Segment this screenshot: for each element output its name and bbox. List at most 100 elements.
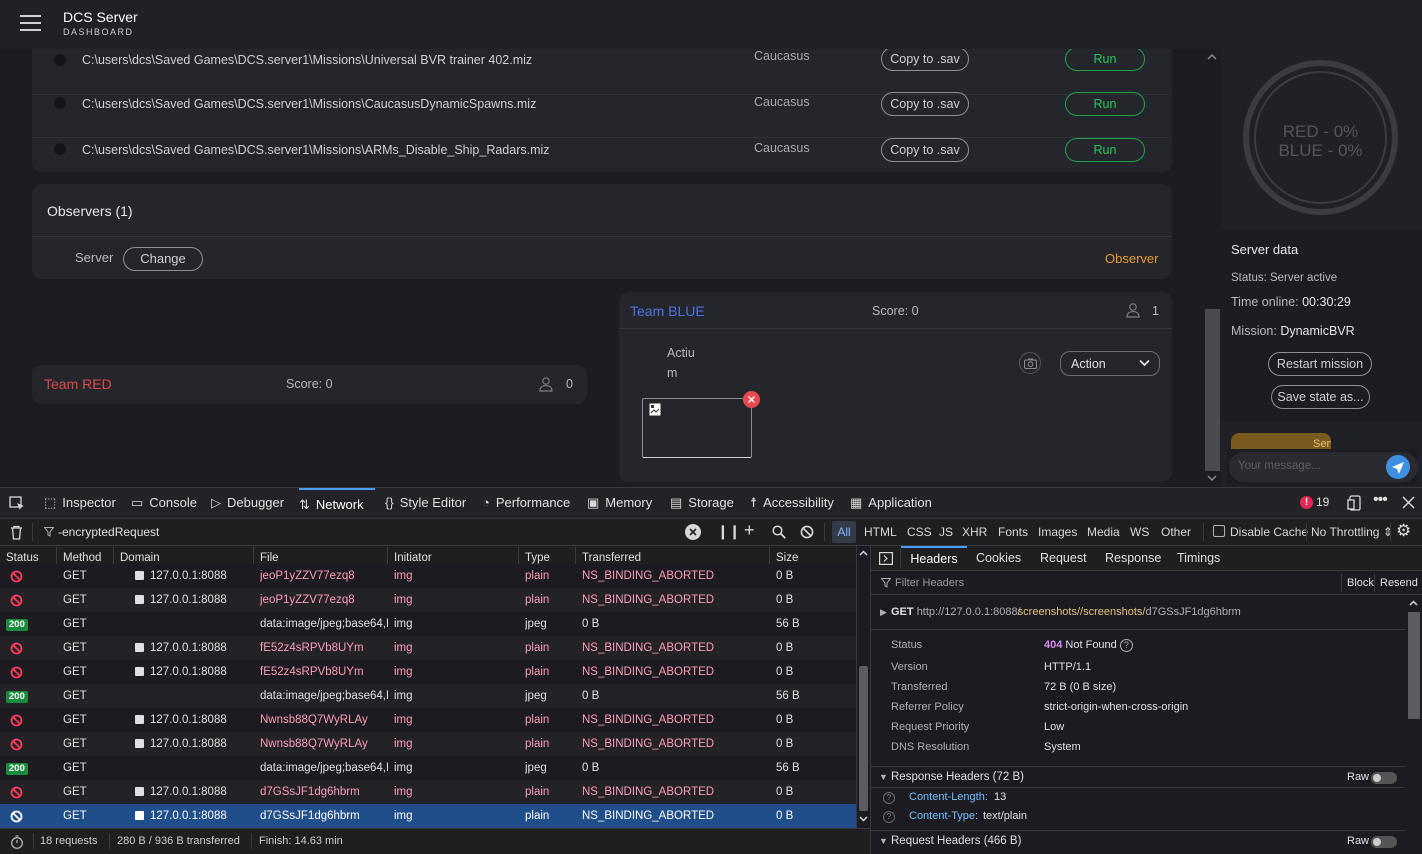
table-row[interactable]: GET 127.0.0.1:8088 fE52z4sRPVb8UYm img plain…	[0, 660, 856, 684]
tab-timings[interactable]: Timings	[1177, 551, 1220, 565]
raw-toggle[interactable]	[1371, 772, 1397, 784]
error-count[interactable]: 19	[1316, 495, 1329, 509]
expand-arrow-icon[interactable]: ▶	[880, 607, 887, 618]
tab-inspector[interactable]: ⬚ Inspector	[44, 488, 116, 519]
raw-toggle[interactable]	[1371, 836, 1397, 848]
tab-cookies[interactable]: Cookies	[976, 551, 1021, 565]
filter-urls-input[interactable]: -encryptedRequest	[58, 525, 159, 539]
help-icon[interactable]: ?	[883, 792, 895, 804]
table-row[interactable]: GET 127.0.0.1:8088 Nwnsb88Q7WyRLAy img plain…	[0, 708, 856, 732]
send-button[interactable]	[1386, 455, 1410, 479]
throttling-select[interactable]: No Throttling ⇕	[1311, 525, 1393, 539]
scroll-down-icon[interactable]	[1207, 475, 1217, 482]
scroll-up-icon[interactable]	[1207, 53, 1217, 60]
table-row[interactable]: 200 GET data:image/jpeg;base64,R(img jpeg 0 …	[0, 612, 856, 636]
mission-radio[interactable]	[54, 54, 66, 66]
table-row[interactable]: GET 127.0.0.1:8088 jeoP1yZZV77ezq8 img plain…	[0, 588, 856, 612]
main-scrollbar[interactable]	[1204, 49, 1221, 487]
table-row[interactable]: 200 GET data:image/jpeg;base64,R(img jpeg 0 …	[0, 684, 856, 708]
type-filter-html[interactable]: HTML	[864, 525, 897, 539]
copy-to-sav-button[interactable]: Copy to .sav	[881, 49, 969, 71]
run-button[interactable]: Run	[1065, 138, 1145, 162]
run-button[interactable]: Run	[1065, 49, 1145, 71]
element-picker-icon[interactable]	[9, 496, 25, 511]
tab-memory[interactable]: ▣ Memory	[587, 488, 652, 519]
copy-to-sav-button[interactable]: Copy to .sav	[881, 138, 969, 162]
details-scroll-thumb[interactable]	[1408, 612, 1420, 719]
change-button[interactable]: Change	[123, 247, 203, 271]
network-scrollbar[interactable]	[856, 546, 870, 828]
main-scroll-thumb[interactable]	[1205, 309, 1220, 471]
restart-mission-button[interactable]: Restart mission	[1268, 352, 1372, 376]
type-filter-css[interactable]: CSS	[907, 525, 932, 539]
mission-radio[interactable]	[54, 143, 66, 155]
chat-input[interactable]: Your message...	[1229, 452, 1418, 482]
resend-button[interactable]: Resend	[1380, 577, 1418, 589]
scroll-up-icon[interactable]	[1409, 600, 1418, 606]
tab-request[interactable]: Request	[1040, 551, 1087, 565]
app-subtitle: DASHBOARD	[63, 27, 134, 37]
tab-performance[interactable]: ◔ Performance	[482, 488, 570, 519]
search-icon[interactable]	[772, 525, 786, 539]
responsive-design-icon[interactable]	[1347, 495, 1363, 511]
mission-row[interactable]: C:\users\dcs\Saved Games\DCS.server1\Mis…	[32, 138, 1172, 184]
toggle-sidebar-icon[interactable]	[879, 552, 893, 565]
mission-path: C:\users\dcs\Saved Games\DCS.server1\Mis…	[82, 143, 550, 157]
request-summary[interactable]: GET http://127.0.0.1:8088/screenshots//s…	[891, 606, 1241, 618]
type-filter-fonts[interactable]: Fonts	[998, 525, 1028, 539]
block-button[interactable]: Block	[1347, 577, 1374, 589]
help-icon[interactable]: ?	[883, 811, 895, 823]
clear-filter-button[interactable]	[685, 524, 701, 540]
camera-button[interactable]	[1019, 352, 1041, 374]
tab-style-editor[interactable]: {} Style Editor	[385, 488, 466, 519]
table-row[interactable]: GET 127.0.0.1:8088 jeoP1yZZV77ezq8 img plain…	[0, 564, 856, 588]
mission-row[interactable]: C:\users\dcs\Saved Games\DCS.server1\Mis…	[32, 92, 1172, 138]
tab-console[interactable]: ▭ Console	[131, 488, 197, 519]
scroll-up-icon[interactable]	[859, 550, 868, 556]
tab-network[interactable]: ⇅ Network	[299, 488, 375, 519]
response-headers-section[interactable]: ▼ Response Headers (72 B) Raw	[871, 766, 1405, 788]
tab-application[interactable]: ▦ Application	[850, 488, 932, 519]
type-filter-media[interactable]: Media	[1087, 525, 1120, 539]
tab-storage[interactable]: ▤ Storage	[670, 488, 734, 519]
scroll-down-icon[interactable]	[859, 816, 868, 822]
table-row[interactable]: GET 127.0.0.1:8088 fE52z4sRPVb8UYm img plain…	[0, 636, 856, 660]
trash-icon[interactable]	[10, 525, 23, 540]
tab-headers[interactable]: Headers	[901, 546, 967, 571]
run-button[interactable]: Run	[1065, 92, 1145, 116]
details-scrollbar[interactable]	[1405, 595, 1422, 854]
table-row[interactable]: GET 127.0.0.1:8088 d7GSsJF1dg6hbrm img plain…	[0, 780, 856, 804]
tab-debugger[interactable]: ▷ Debugger	[211, 488, 284, 519]
error-icon[interactable]: !	[1300, 496, 1313, 509]
plus-icon[interactable]: +	[744, 520, 755, 541]
tab-accessibility[interactable]: ☨ Accessibility	[750, 488, 834, 519]
save-state-button[interactable]: Save state as...	[1271, 385, 1370, 409]
settings-gear-icon[interactable]: ⚙	[1396, 521, 1411, 541]
close-devtools-icon[interactable]	[1402, 496, 1415, 509]
filter-headers-input[interactable]: Filter Headers	[895, 577, 964, 589]
type-filter-images[interactable]: Images	[1038, 525, 1077, 539]
type-filter-js[interactable]: JS	[939, 525, 953, 539]
table-row[interactable]: GET 127.0.0.1:8088 d7GSsJF1dg6hbrm img plain…	[0, 804, 856, 828]
type-filter-xhr[interactable]: XHR	[962, 525, 987, 539]
block-icon[interactable]	[800, 525, 814, 539]
menu-icon[interactable]	[20, 15, 41, 33]
table-row[interactable]: 200 GET data:image/jpeg;base64,R(img jpeg 0 …	[0, 756, 856, 780]
type-filter-ws[interactable]: WS	[1130, 525, 1149, 539]
table-row[interactable]: GET 127.0.0.1:8088 Nwnsb88Q7WyRLAy img plain…	[0, 732, 856, 756]
remove-screenshot-button[interactable]	[743, 391, 760, 408]
mission-row[interactable]: C:\users\dcs\Saved Games\DCS.server1\Mis…	[32, 49, 1172, 95]
accessibility-icon: ☨	[750, 495, 758, 510]
mission-radio[interactable]	[54, 97, 66, 109]
action-select[interactable]: Action	[1060, 351, 1160, 376]
pause-icon[interactable]: ❙❙	[717, 523, 740, 540]
type-filter-all[interactable]: All	[832, 521, 856, 543]
more-options-icon[interactable]: •••	[1373, 491, 1388, 509]
disable-cache-checkbox[interactable]	[1213, 525, 1225, 537]
type-filter-other[interactable]: Other	[1161, 525, 1191, 539]
copy-to-sav-button[interactable]: Copy to .sav	[881, 92, 969, 116]
tab-response[interactable]: Response	[1105, 551, 1161, 565]
screenshot-thumbnail[interactable]	[642, 398, 752, 458]
network-scroll-thumb[interactable]	[859, 666, 868, 811]
request-headers-section[interactable]: ▼ Request Headers (466 B) Raw	[871, 830, 1405, 852]
